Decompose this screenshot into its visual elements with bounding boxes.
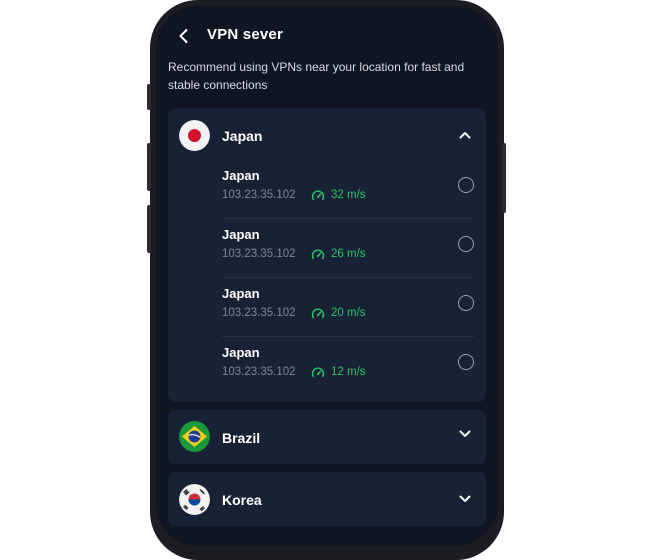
page-subtitle: Recommend using VPNs near your location … bbox=[168, 60, 465, 92]
phone-side-button bbox=[147, 205, 151, 253]
country-header-japan[interactable]: Japan bbox=[168, 108, 486, 164]
page-title: VPN sever bbox=[207, 26, 284, 43]
korea-flag-icon bbox=[179, 484, 210, 515]
japan-flag-icon bbox=[179, 120, 210, 151]
speedometer-icon bbox=[311, 249, 325, 260]
server-row[interactable]: Japan 103.23.35.102 12 m/s bbox=[222, 337, 474, 396]
header: VPN sever bbox=[156, 24, 498, 48]
server-ip: 103.23.35.102 bbox=[222, 307, 296, 319]
speedometer-icon bbox=[311, 190, 325, 201]
server-row[interactable]: Japan 103.23.35.102 20 m/s bbox=[222, 278, 474, 337]
server-ip: 103.23.35.102 bbox=[222, 366, 296, 378]
server-name: Japan bbox=[222, 286, 260, 301]
speedometer-icon bbox=[311, 308, 325, 319]
radio-icon[interactable] bbox=[458, 177, 474, 193]
phone-side-button bbox=[147, 84, 151, 110]
server-ip: 103.23.35.102 bbox=[222, 248, 296, 260]
server-speed: 20 m/s bbox=[331, 307, 366, 319]
app-screen: VPN sever Recommend using VPNs near your… bbox=[156, 6, 498, 546]
chevron-up-icon[interactable] bbox=[458, 128, 472, 142]
server-speed: 12 m/s bbox=[331, 366, 366, 378]
server-speed: 32 m/s bbox=[331, 189, 366, 201]
phone-side-button bbox=[502, 143, 506, 213]
radio-icon[interactable] bbox=[458, 295, 474, 311]
phone-side-button bbox=[147, 143, 151, 191]
brazil-flag-icon bbox=[179, 421, 210, 452]
chevron-down-icon[interactable] bbox=[458, 427, 472, 441]
chevron-down-icon[interactable] bbox=[458, 492, 472, 506]
server-name: Japan bbox=[222, 345, 260, 360]
country-name: Korea bbox=[222, 492, 262, 508]
server-ip: 103.23.35.102 bbox=[222, 189, 296, 201]
country-card-brazil[interactable]: Brazil bbox=[168, 410, 486, 464]
chevron-left-icon bbox=[179, 29, 188, 43]
server-name: Japan bbox=[222, 168, 260, 183]
server-row[interactable]: Japan 103.23.35.102 32 m/s bbox=[222, 160, 474, 219]
radio-icon[interactable] bbox=[458, 354, 474, 370]
server-name: Japan bbox=[222, 227, 260, 242]
back-button[interactable] bbox=[174, 26, 194, 46]
country-card-japan: Japan Japan 103.23.35.102 32 m/s Japan 1… bbox=[168, 108, 486, 402]
server-speed: 26 m/s bbox=[331, 248, 366, 260]
speedometer-icon bbox=[311, 367, 325, 378]
country-name: Japan bbox=[222, 128, 263, 144]
country-card-korea[interactable]: Korea bbox=[168, 472, 486, 526]
radio-icon[interactable] bbox=[458, 236, 474, 252]
country-name: Brazil bbox=[222, 430, 261, 446]
server-row[interactable]: Japan 103.23.35.102 26 m/s bbox=[222, 219, 474, 278]
